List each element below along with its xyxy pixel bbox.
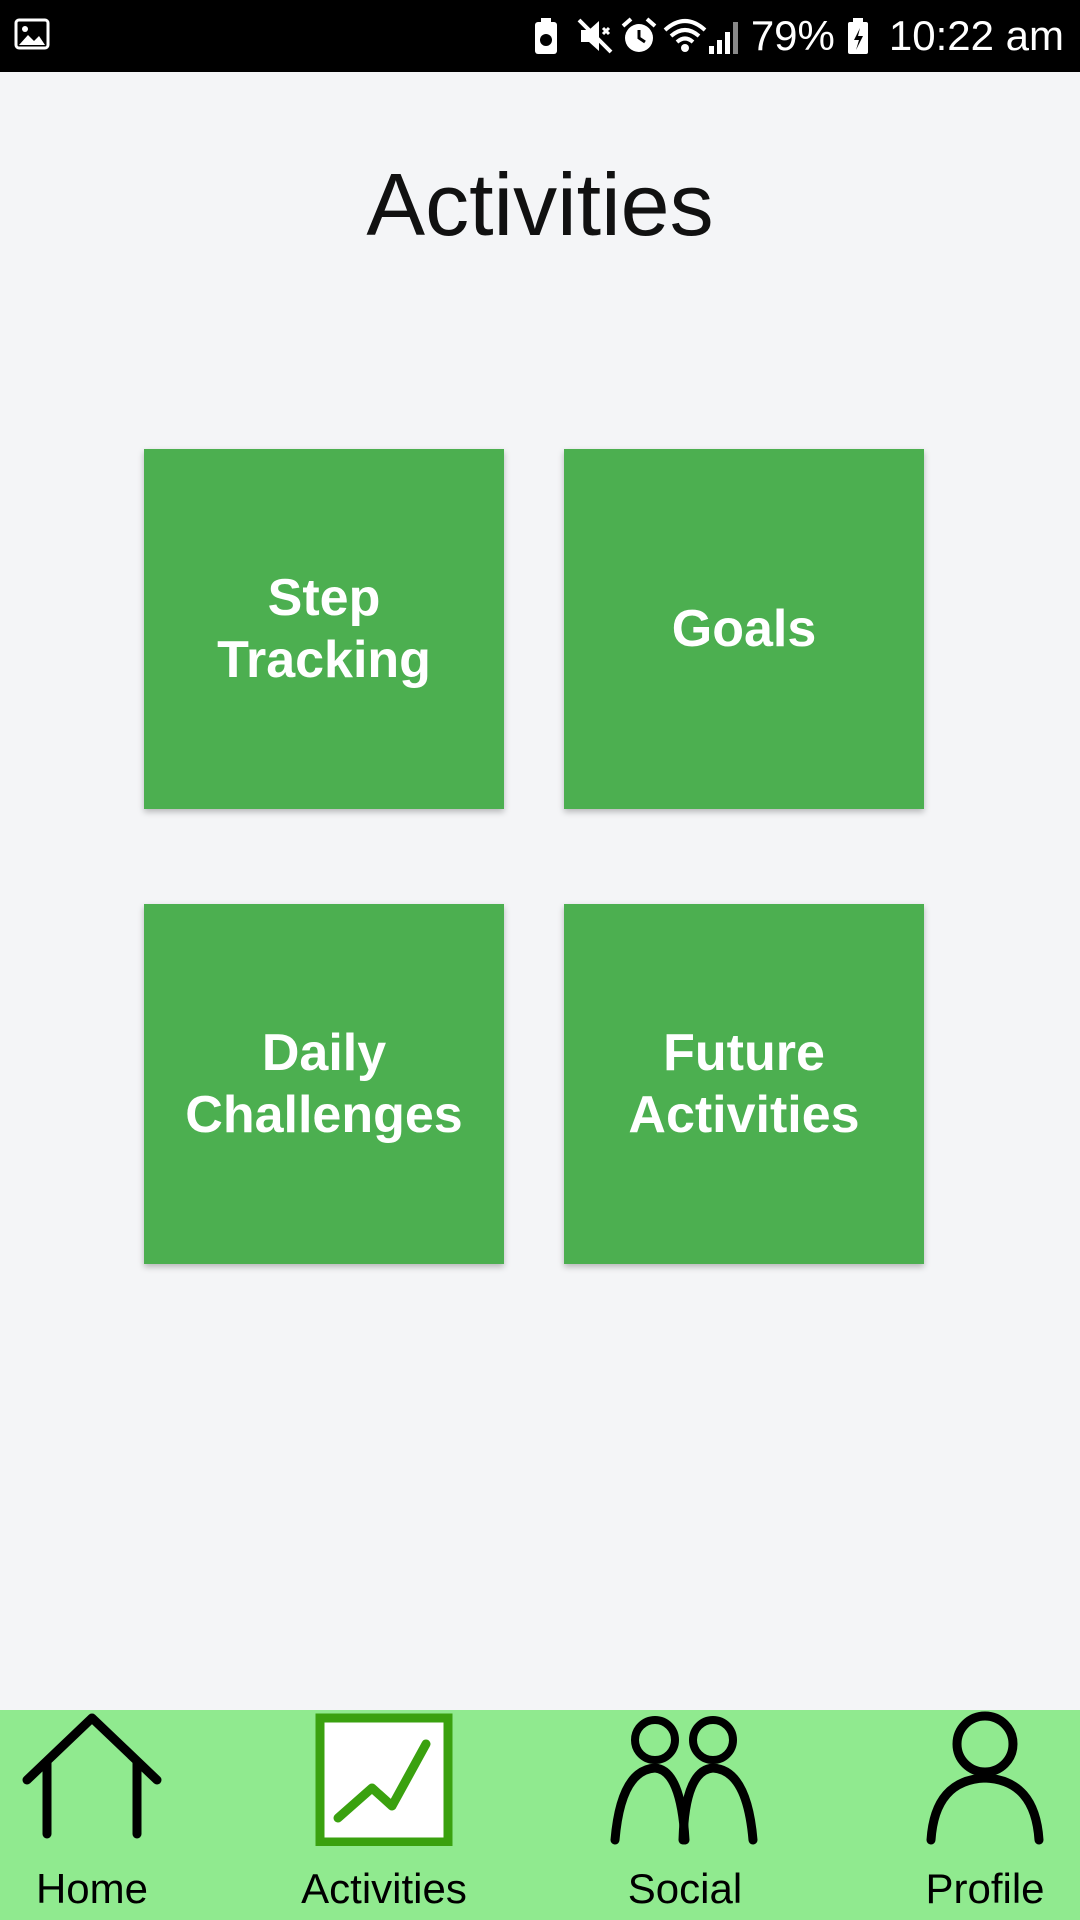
nav-label-home: Home [35, 1865, 149, 1912]
mute-icon [575, 16, 613, 56]
nav-label-activities: Activities [301, 1865, 467, 1912]
nav-label-profile: Profile [925, 1865, 1045, 1912]
activities-chart-icon [314, 1710, 454, 1851]
battery-saver-icon [531, 16, 565, 56]
nav-item-home[interactable]: Home [0, 1710, 184, 1920]
tile-label: Daily Challenges [185, 1022, 462, 1146]
social-people-icon [605, 1710, 765, 1851]
step-tracking-button[interactable]: Step Tracking [144, 449, 504, 809]
nav-label-social: Social [627, 1865, 743, 1912]
tile-label-line2: Challenges [185, 1086, 463, 1144]
daily-challenges-button[interactable]: Daily Challenges [144, 904, 504, 1264]
home-icon [17, 1710, 167, 1845]
battery-icon [845, 16, 879, 56]
status-icons: 79% 10:22 am [531, 0, 1064, 72]
image-icon [14, 16, 50, 52]
status-bar: 79% 10:22 am [0, 0, 1080, 72]
tile-label: Step Tracking [217, 569, 431, 689]
tile-label-line2: Activities [628, 1086, 860, 1144]
clock: 10:22 am [888, 12, 1064, 59]
tile-label-line1: Future [663, 1024, 825, 1082]
nav-item-activities[interactable]: Activities [284, 1710, 484, 1920]
signal-icon [707, 16, 741, 56]
nav-item-profile[interactable]: Profile [890, 1710, 1080, 1920]
alarm-icon [619, 16, 657, 56]
bottom-nav: Home Activities Social Profile [0, 1710, 1080, 1920]
tile-label-line1: Daily [261, 1024, 387, 1082]
future-activities-button[interactable]: Future Activities [564, 904, 924, 1264]
tile-label: Future Activities [628, 1022, 859, 1146]
page-title: Activities [366, 155, 714, 254]
goals-button[interactable]: Goals [564, 449, 924, 809]
tile-label: Goals [671, 600, 817, 658]
profile-person-icon [915, 1710, 1055, 1865]
battery-percent: 79% [750, 12, 835, 59]
wifi-icon [663, 16, 707, 56]
nav-item-social[interactable]: Social [590, 1710, 780, 1920]
